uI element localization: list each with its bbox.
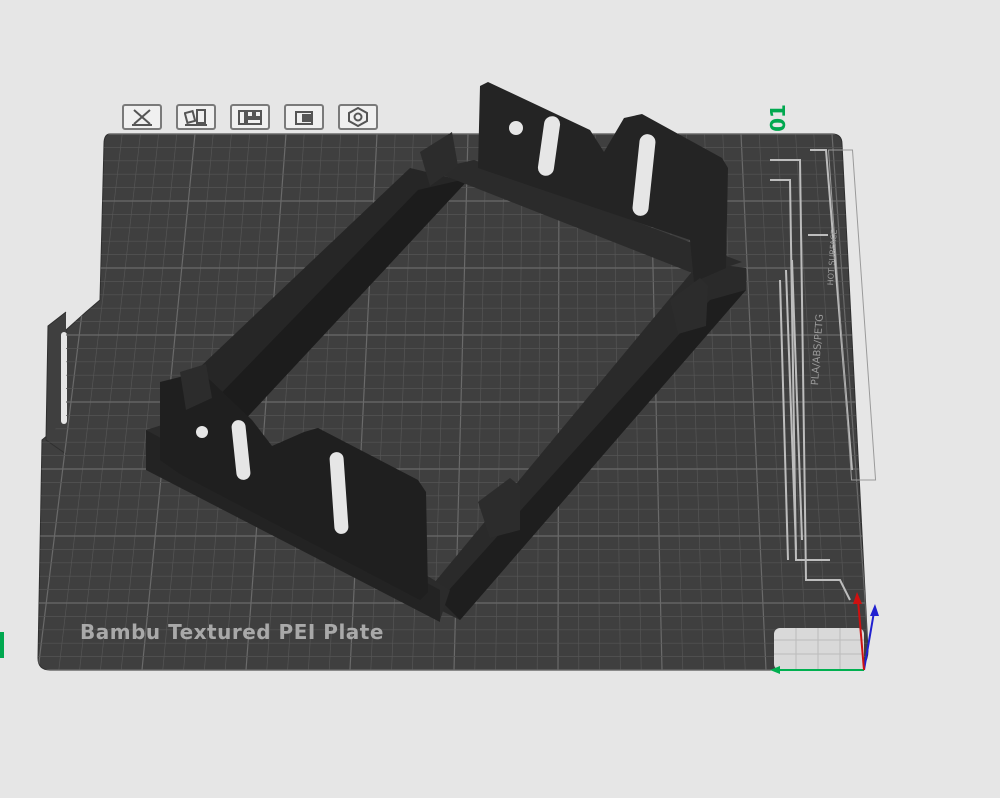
- arrange-button[interactable]: [176, 104, 216, 130]
- plate-index: 01: [766, 104, 790, 132]
- selection-edge-marker: [0, 632, 4, 658]
- settings-button[interactable]: [338, 104, 378, 130]
- lock-icon: [295, 111, 313, 125]
- remove-plate-button[interactable]: [122, 104, 162, 130]
- 3d-viewport[interactable]: 01 Bambu Textured PEI Plate PLA/ABS/PETG…: [0, 0, 1000, 794]
- close-icon: [132, 109, 152, 126]
- hexagon-nut-icon: [348, 107, 368, 127]
- orient-button[interactable]: [230, 104, 270, 130]
- plate-name-label: Bambu Textured PEI Plate: [80, 620, 384, 644]
- lock-button[interactable]: [284, 104, 324, 130]
- arrange-icon: [184, 109, 207, 126]
- orient-icon: [238, 110, 262, 125]
- origin-pad: [774, 628, 864, 670]
- handle-slot: [61, 332, 67, 424]
- plate-toolbar: [122, 104, 378, 132]
